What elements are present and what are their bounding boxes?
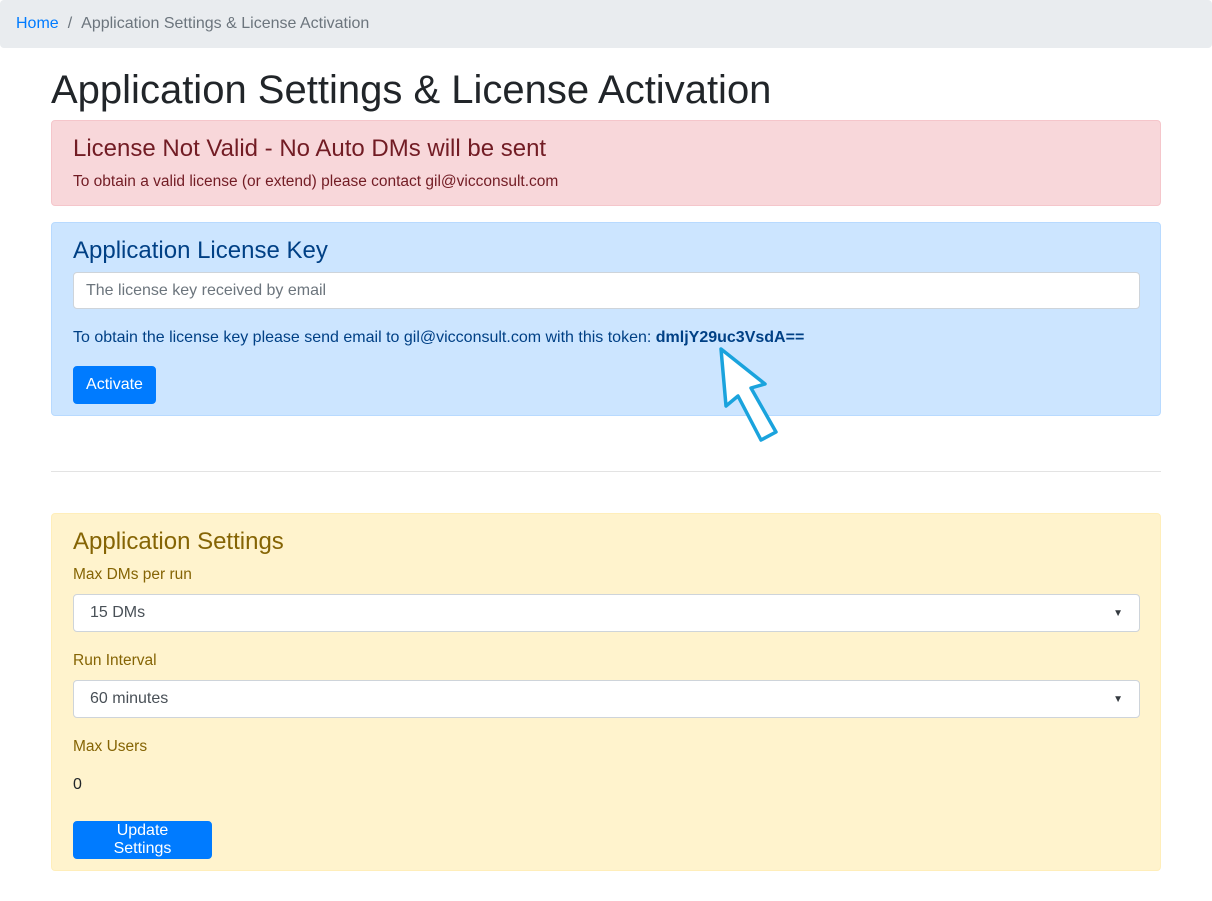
breadcrumb: Home / Application Settings & License Ac… [0,0,1212,48]
run-interval-label: Run Interval [73,652,157,669]
token-instructions-text: To obtain the license key please send em… [73,329,652,346]
license-key-input[interactable] [73,272,1140,309]
pointer-arrow-icon [719,347,778,442]
application-settings-panel: Application Settings Max DMs per run 15 … [51,513,1161,871]
update-settings-button[interactable]: Update Settings [73,821,212,859]
license-key-panel: Application License Key To obtain the li… [51,222,1161,416]
run-interval-value: 60 minutes [90,690,169,707]
chevron-down-icon: ▼ [1113,693,1123,705]
max-dms-select[interactable]: 15 DMs ▼ [73,594,1140,632]
license-key-title: Application License Key [73,237,328,264]
license-token: dmljY29uc3VsdA== [655,329,805,346]
license-invalid-title: License Not Valid - No Auto DMs will be … [73,135,547,162]
settings-title: Application Settings [73,528,284,555]
section-divider [51,471,1161,472]
max-dms-label: Max DMs per run [73,566,192,583]
license-invalid-alert: License Not Valid - No Auto DMs will be … [51,120,1161,206]
max-dms-value: 15 DMs [90,604,146,621]
breadcrumb-home-link[interactable]: Home [16,15,59,33]
chevron-down-icon: ▼ [1113,607,1123,619]
max-users-label: Max Users [73,738,148,755]
license-invalid-message: To obtain a valid license (or extend) pl… [73,173,559,190]
token-instructions: To obtain the license key please send em… [73,327,804,349]
page-title: Application Settings & License Activatio… [51,68,772,112]
activate-button[interactable]: Activate [73,366,156,404]
run-interval-select[interactable]: 60 minutes ▼ [73,680,1140,718]
breadcrumb-separator: / [67,15,73,32]
max-users-value: 0 [73,776,82,793]
breadcrumb-current: Application Settings & License Activatio… [81,15,370,32]
